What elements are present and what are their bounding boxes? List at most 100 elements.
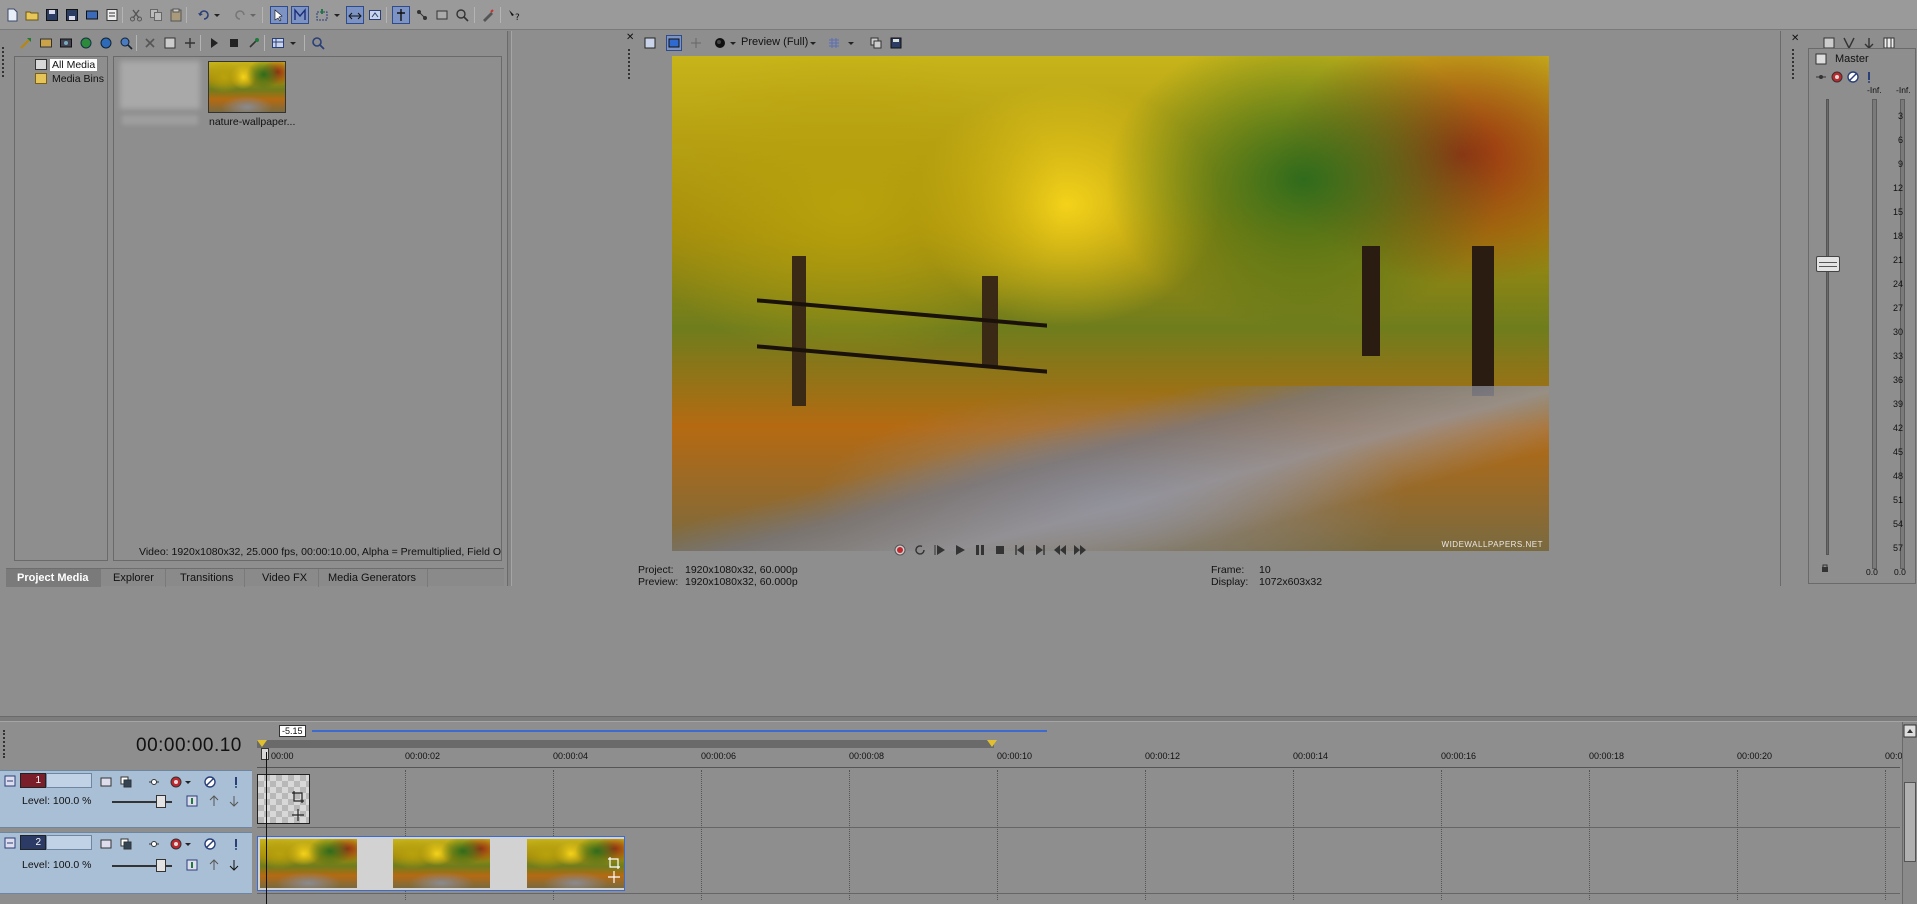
video-output-fx-icon[interactable]: [642, 35, 658, 51]
time-ruler[interactable]: 00:00 00:00:02 00:00:04 00:00:06 00:00:0…: [257, 748, 1908, 768]
media-thumbnail[interactable]: [208, 61, 286, 113]
tab-transitions[interactable]: Transitions: [169, 569, 246, 587]
preview-on-external-monitor-icon[interactable]: [666, 35, 682, 51]
stop-icon[interactable]: [226, 35, 242, 51]
track-level-thumb[interactable]: [156, 859, 166, 872]
scrollbar-thumb[interactable]: [1904, 782, 1916, 862]
track-fx-icon[interactable]: [168, 836, 184, 852]
track-lanes[interactable]: [257, 770, 1900, 900]
views-dropdown-icon[interactable]: [288, 35, 298, 51]
refresh-icon[interactable]: [78, 35, 94, 51]
track-automation-icon[interactable]: [146, 774, 162, 790]
zoom-edit-tool-icon[interactable]: [346, 6, 364, 24]
edit-tool-dropdown-icon[interactable]: [332, 7, 342, 23]
track-fx-icon[interactable]: [168, 774, 184, 790]
preview-quality-dropdown-icon[interactable]: [808, 35, 818, 51]
track-motion-icon[interactable]: [98, 774, 114, 790]
loop-end-marker[interactable]: [987, 740, 997, 747]
master-fader[interactable]: [1816, 256, 1840, 272]
media-thumbnail-blurred[interactable]: [120, 61, 200, 109]
track-name-field[interactable]: [46, 835, 92, 850]
play-from-start-icon[interactable]: [932, 542, 948, 558]
tree-item-media-bins[interactable]: Media Bins: [35, 72, 106, 85]
redo-dropdown-icon[interactable]: [248, 7, 258, 23]
track-move-up-icon[interactable]: [206, 793, 222, 809]
event-fx-icon[interactable]: [606, 869, 622, 885]
track-minimize-icon[interactable]: [4, 837, 16, 849]
views-icon[interactable]: [270, 35, 286, 51]
track-motion-icon[interactable]: [98, 836, 114, 852]
quality-dropdown-icon[interactable]: [728, 35, 738, 51]
selection-edit-tool-icon[interactable]: [314, 7, 330, 23]
event-pan-crop-icon[interactable]: [290, 789, 306, 805]
track-composite-icon[interactable]: [118, 836, 134, 852]
track-move-down-icon[interactable]: [226, 857, 242, 873]
search-icon[interactable]: [310, 35, 326, 51]
track-keyframe-icon[interactable]: [184, 857, 200, 873]
copy-snapshot-icon[interactable]: [868, 35, 884, 51]
track-level-slider[interactable]: [112, 859, 172, 872]
capture-icon[interactable]: [38, 35, 54, 51]
fader-lock-icon[interactable]: [1820, 563, 1830, 573]
track-solo-icon[interactable]: [228, 836, 244, 852]
normal-edit-tool-icon[interactable]: [270, 6, 288, 24]
track-fx-dropdown-icon[interactable]: [184, 836, 192, 852]
loop-region-bar[interactable]: -5.15: [257, 724, 1900, 738]
track-header-2[interactable]: 2 Level: 100.0 %: [0, 832, 252, 894]
auto-crossfade-icon[interactable]: [367, 7, 383, 23]
track-fx-dropdown-icon[interactable]: [184, 774, 192, 790]
auto-preview-icon[interactable]: [246, 35, 262, 51]
panel-grip[interactable]: [1792, 49, 1796, 79]
tab-project-media[interactable]: Project Media: [6, 569, 101, 587]
pause-icon[interactable]: [972, 542, 988, 558]
properties-icon[interactable]: [104, 7, 120, 23]
panel-grip[interactable]: [628, 49, 632, 79]
video-preview-frame[interactable]: WIDEWALLPAPERS.NET: [672, 56, 1549, 551]
transport-stop-icon[interactable]: [992, 542, 1008, 558]
event-fx-icon[interactable]: [290, 807, 306, 823]
ignore-grouping-icon[interactable]: [454, 7, 470, 23]
master-solo-icon[interactable]: [1861, 69, 1877, 85]
loop-icon[interactable]: [912, 542, 928, 558]
track-keyframe-icon[interactable]: [184, 793, 200, 809]
paste-icon[interactable]: [168, 7, 184, 23]
track-name-field[interactable]: [46, 773, 92, 788]
go-to-start-icon[interactable]: [1012, 542, 1028, 558]
remove-icon[interactable]: [142, 35, 158, 51]
loop-region-range[interactable]: [257, 740, 997, 748]
track-lane-1[interactable]: [257, 770, 1900, 828]
track-mute-icon[interactable]: [202, 836, 218, 852]
snapping-icon[interactable]: [392, 6, 410, 24]
track-solo-icon[interactable]: [228, 774, 244, 790]
close-panel-icon[interactable]: ✕: [626, 33, 636, 43]
play-icon[interactable]: [206, 35, 222, 51]
overlays-icon[interactable]: [826, 35, 842, 51]
render-icon[interactable]: [84, 7, 100, 23]
overlays-dropdown-icon[interactable]: [846, 35, 856, 51]
close-panel-icon[interactable]: ✕: [1791, 33, 1799, 44]
playhead-cursor[interactable]: [266, 752, 267, 904]
video-clip[interactable]: [257, 836, 625, 891]
loop-start-marker[interactable]: [257, 740, 267, 747]
track-header-1[interactable]: 1 Level: 100.0 %: [0, 770, 252, 828]
track-level-slider[interactable]: [112, 795, 172, 808]
get-media-from-web-icon[interactable]: [58, 35, 74, 51]
track-automation-icon[interactable]: [146, 836, 162, 852]
master-automation-icon[interactable]: [1813, 69, 1829, 85]
track-move-up-icon[interactable]: [206, 857, 222, 873]
what-is-this-icon[interactable]: ?: [506, 7, 522, 23]
record-icon[interactable]: [892, 542, 908, 558]
timeline-vertical-scrollbar[interactable]: [1902, 722, 1917, 904]
panel-grip[interactable]: [2, 47, 6, 77]
transparent-clip[interactable]: [257, 774, 310, 824]
tab-video-fx[interactable]: Video FX: [251, 569, 320, 587]
auto-ripple-icon[interactable]: [414, 7, 430, 23]
undo-icon[interactable]: [196, 7, 212, 23]
track-mute-icon[interactable]: [202, 774, 218, 790]
transport-play-icon[interactable]: [952, 542, 968, 558]
envelope-edit-tool-icon[interactable]: [291, 6, 309, 24]
playhead-handle[interactable]: [261, 748, 269, 760]
timecode-display[interactable]: 00:00:00.10: [136, 735, 242, 757]
track-level-thumb[interactable]: [156, 795, 166, 808]
scroll-up-icon[interactable]: [1903, 724, 1917, 738]
